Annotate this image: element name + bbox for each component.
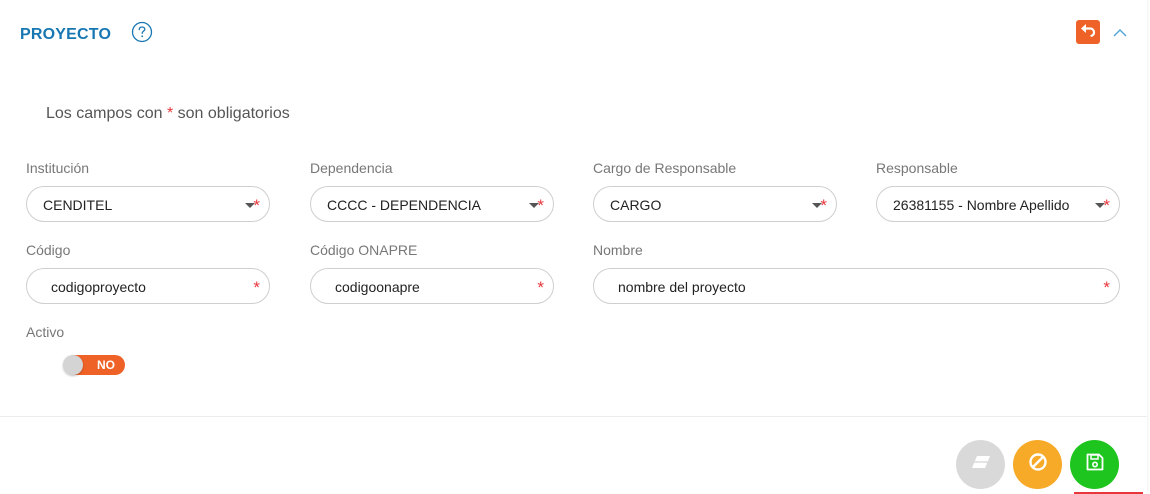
- required-fields-note: Los campos con * son obligatorios: [46, 105, 290, 123]
- required-note-star: *: [166, 105, 174, 122]
- dependencia-label: Dependencia: [310, 160, 393, 176]
- institucion-label: Institución: [26, 160, 90, 176]
- nombre-value: nombre del proyecto: [618, 279, 746, 295]
- activo-toggle[interactable]: NO: [63, 355, 125, 375]
- cargo-label: Cargo de Responsable: [593, 160, 737, 176]
- required-asterisk-icon: *: [253, 196, 260, 215]
- toggle-knob: [63, 355, 83, 375]
- required-asterisk-icon: *: [1103, 196, 1110, 215]
- eraser-icon: [970, 454, 992, 475]
- ban-icon: [1028, 452, 1048, 477]
- clear-button[interactable]: [956, 440, 1005, 489]
- floppy-disk-icon: [1085, 452, 1105, 477]
- nombre-input[interactable]: nombre del proyecto *: [593, 268, 1120, 304]
- chevron-up-icon[interactable]: [1111, 26, 1129, 40]
- required-note-after: son obligatorios: [177, 105, 290, 122]
- codigo-onapre-label: Código ONAPRE: [310, 242, 418, 258]
- required-asterisk-icon: *: [1103, 278, 1110, 297]
- card-header: PROYECTO: [0, 0, 1147, 66]
- required-asterisk-icon: *: [253, 278, 260, 297]
- cancel-button[interactable]: [1013, 440, 1062, 489]
- back-button[interactable]: [1076, 20, 1100, 44]
- required-asterisk-icon: *: [820, 196, 827, 215]
- required-note-before: Los campos con: [46, 105, 163, 122]
- required-asterisk-icon: *: [537, 278, 544, 297]
- codigo-onapre-value: codigoonapre: [335, 279, 420, 295]
- dependencia-value: CCCC - DEPENDENCIA: [327, 197, 482, 213]
- cargo-select[interactable]: CARGO *: [593, 186, 837, 222]
- project-card: PROYECTO Los campos con * son obligatori…: [0, 0, 1147, 494]
- codigo-onapre-input[interactable]: codigoonapre *: [310, 268, 554, 304]
- responsable-value: 26381155 - Nombre Apellido: [893, 197, 1070, 213]
- institucion-select[interactable]: CENDITEL *: [26, 186, 270, 222]
- cargo-value: CARGO: [610, 197, 662, 213]
- institucion-value: CENDITEL: [43, 197, 113, 213]
- page-title: PROYECTO: [20, 26, 112, 43]
- dependencia-select[interactable]: CCCC - DEPENDENCIA *: [310, 186, 554, 222]
- reply-arrow-icon: [1080, 23, 1096, 42]
- codigo-value: codigoproyecto: [51, 279, 146, 295]
- save-button[interactable]: [1070, 440, 1119, 489]
- required-asterisk-icon: *: [537, 196, 544, 215]
- help-circle-icon[interactable]: [131, 21, 153, 43]
- responsable-label: Responsable: [876, 160, 958, 176]
- footer-divider: [0, 416, 1147, 417]
- responsable-select[interactable]: 26381155 - Nombre Apellido *: [876, 186, 1120, 222]
- activo-toggle-text: NO: [97, 358, 115, 372]
- codigo-input[interactable]: codigoproyecto *: [26, 268, 270, 304]
- nombre-label: Nombre: [593, 242, 643, 258]
- activo-label: Activo: [26, 324, 65, 340]
- codigo-label: Código: [26, 242, 71, 258]
